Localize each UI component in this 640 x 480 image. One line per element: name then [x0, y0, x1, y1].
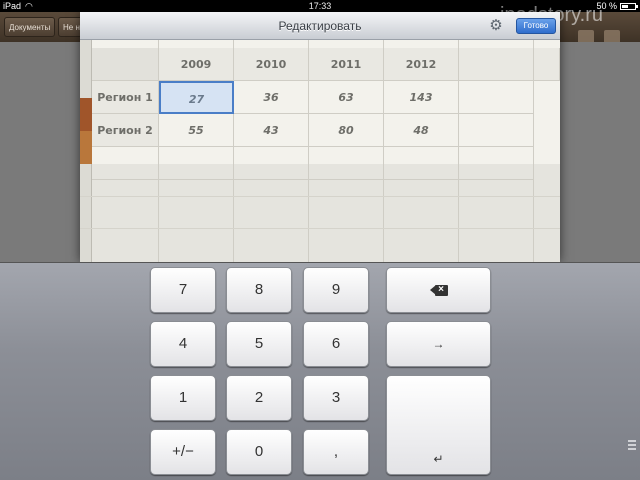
backspace-icon: ×	[429, 284, 448, 296]
data-cell[interactable]: 43	[234, 114, 309, 147]
empty-cell[interactable]	[384, 147, 459, 180]
data-cell[interactable]: 143	[384, 81, 459, 114]
column-header[interactable]: 2010	[234, 48, 309, 81]
key-4[interactable]: 4	[150, 321, 216, 367]
key-5[interactable]: 5	[226, 321, 292, 367]
column-header[interactable]: 2011	[309, 48, 384, 81]
series-color-swatch	[80, 98, 92, 131]
battery-icon	[620, 2, 638, 10]
keyboard-handle-icon[interactable]	[628, 440, 636, 454]
gear-icon[interactable]: ⚙	[488, 18, 504, 34]
data-cell[interactable]: 63	[309, 81, 384, 114]
empty-column-header	[534, 48, 560, 81]
empty-cell[interactable]	[159, 147, 234, 180]
data-cell[interactable]: 80	[309, 114, 384, 147]
empty-cell[interactable]	[459, 147, 534, 180]
selected-cell[interactable]: 27	[159, 81, 234, 114]
empty-cell[interactable]	[234, 147, 309, 180]
key-1[interactable]: 1	[150, 375, 216, 421]
empty-row-label[interactable]	[92, 147, 159, 180]
numeric-keyboard: 7 8 9 × 4 5 6 → 1 2 3 ↵ +/− 0 ,	[0, 262, 640, 480]
empty-column-header[interactable]	[459, 48, 534, 81]
key-7[interactable]: 7	[150, 267, 216, 313]
key-6[interactable]: 6	[303, 321, 369, 367]
arrow-right-icon: →	[432, 337, 445, 351]
documents-button[interactable]: Документы	[4, 17, 56, 37]
key-8[interactable]: 8	[226, 267, 292, 313]
tab-key[interactable]: →	[386, 321, 491, 367]
row-label[interactable]: Регион 1	[92, 81, 159, 114]
empty-cell[interactable]	[459, 81, 534, 114]
column-header[interactable]: 2009	[159, 48, 234, 81]
comma-key[interactable]: ,	[303, 429, 369, 475]
dialog-header: Редактировать ⚙ Готово	[80, 12, 560, 40]
column-header[interactable]: 2012	[384, 48, 459, 81]
backspace-key[interactable]: ×	[386, 267, 491, 313]
data-cell[interactable]: 48	[384, 114, 459, 147]
edit-data-dialog: Редактировать ⚙ Готово 2009 2010 2011 20…	[80, 12, 560, 262]
key-2[interactable]: 2	[226, 375, 292, 421]
corner-cell	[92, 48, 159, 81]
data-cell[interactable]: 55	[159, 114, 234, 147]
done-button[interactable]: Готово	[516, 18, 556, 34]
plus-minus-key[interactable]: +/−	[150, 429, 216, 475]
row-label[interactable]: Регион 2	[92, 114, 159, 147]
key-0[interactable]: 0	[226, 429, 292, 475]
key-9[interactable]: 9	[303, 267, 369, 313]
data-table: 2009 2010 2011 2012 Регион 1 27 36 63 14…	[80, 40, 560, 262]
series-color-swatch	[80, 131, 92, 164]
return-key[interactable]: ↵	[386, 375, 491, 475]
empty-cell[interactable]	[309, 147, 384, 180]
return-icon: ↵	[433, 452, 444, 466]
data-cell[interactable]: 36	[234, 81, 309, 114]
empty-cell[interactable]	[459, 114, 534, 147]
key-3[interactable]: 3	[303, 375, 369, 421]
